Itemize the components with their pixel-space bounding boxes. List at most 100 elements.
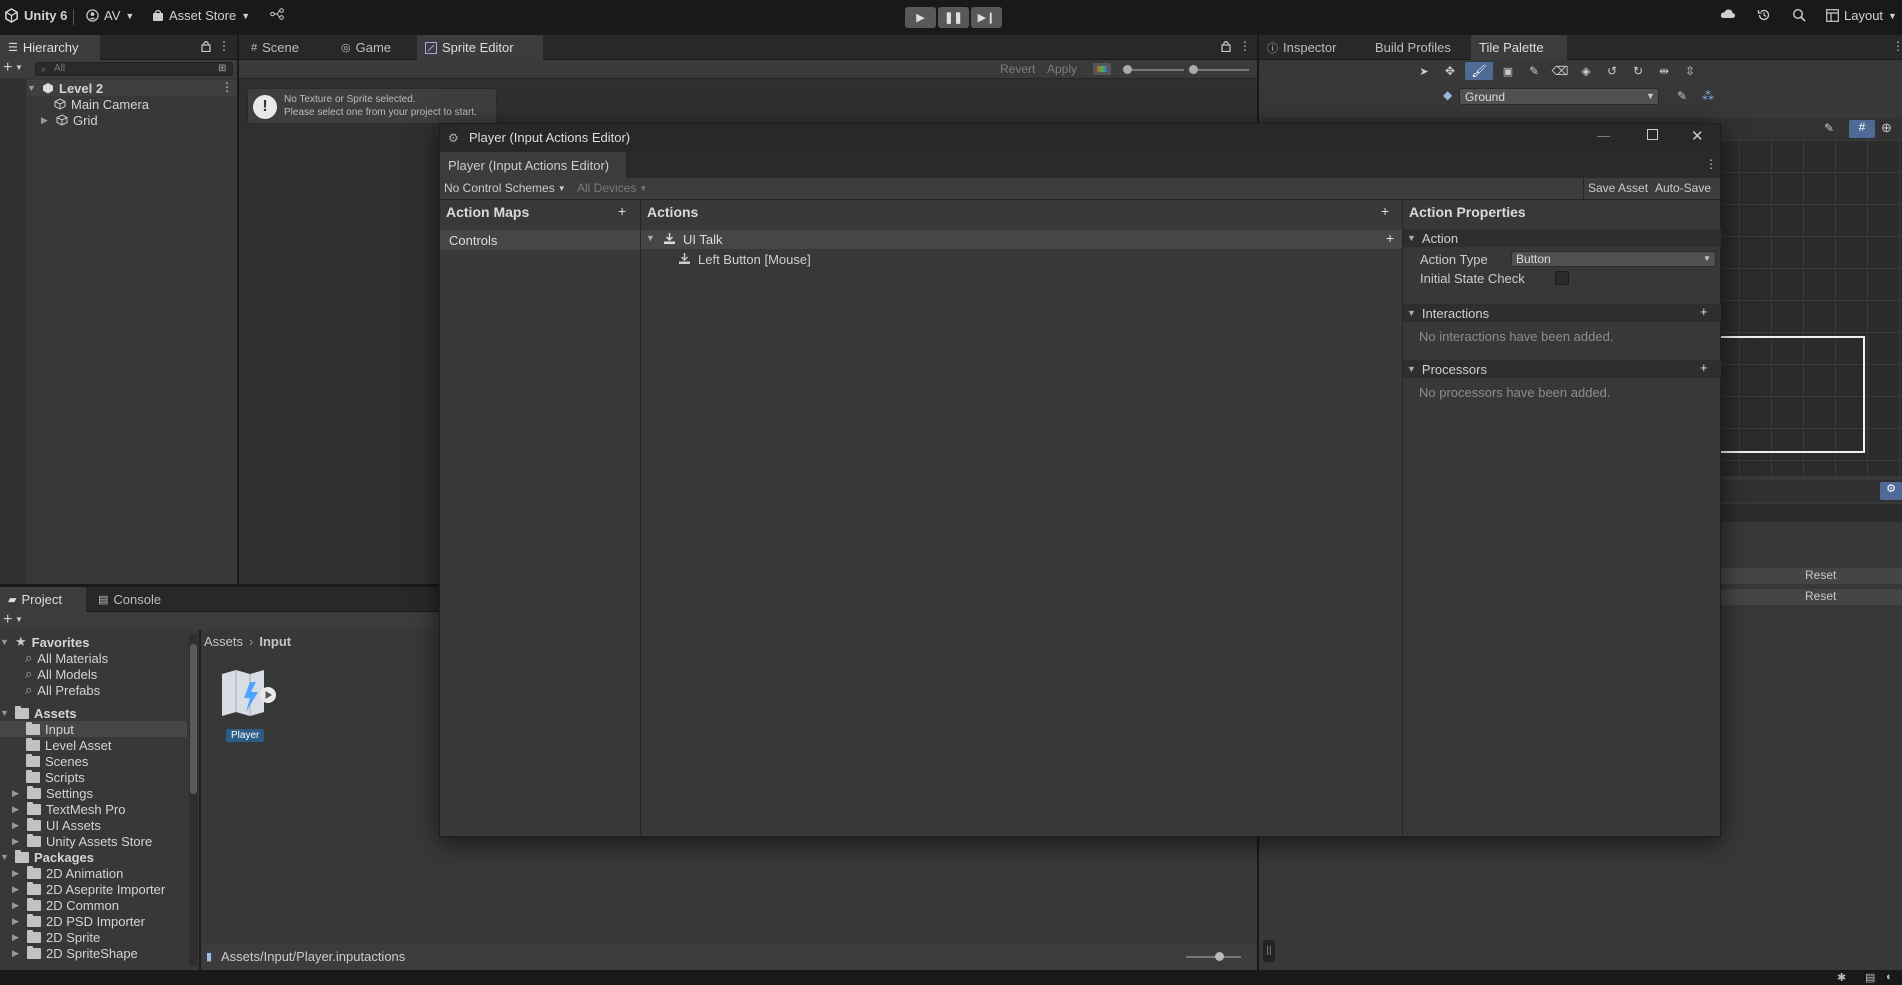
action-type-dropdown[interactable]: Button ▼ — [1511, 251, 1716, 267]
favorite-item[interactable]: ⌕ All Prefabs — [25, 682, 100, 698]
step-button[interactable]: ▶❙ — [971, 7, 1002, 28]
expand-arrow-icon[interactable]: ▶ — [12, 788, 22, 799]
icon-size-slider[interactable] — [1186, 952, 1241, 961]
debug-icon[interactable]: ✱ — [1837, 971, 1846, 984]
kebab-menu-icon[interactable]: ⋮ — [218, 39, 230, 53]
tab-scene[interactable]: # Scene — [243, 35, 307, 60]
expand-arrow-icon[interactable]: ▼ — [27, 83, 37, 93]
asset-store-dropdown[interactable]: Asset Store ▼ — [152, 8, 250, 23]
tab-console[interactable]: ▤ Console — [90, 587, 169, 612]
initial-state-checkbox[interactable] — [1555, 271, 1569, 285]
eraser-icon[interactable]: ⌫ — [1549, 62, 1571, 80]
favorites-header[interactable]: ▼ ★ Favorites — [0, 634, 89, 650]
folder-item-input[interactable]: Input — [0, 721, 187, 737]
folder-item[interactable]: ▶ TextMesh Pro — [12, 801, 125, 817]
tab-inspector[interactable]: ⓘ Inspector — [1259, 35, 1344, 60]
slider-handle[interactable] — [1215, 952, 1224, 961]
favorite-item[interactable]: ⌕ All Materials — [25, 650, 108, 666]
add-interaction-icon[interactable]: + — [1700, 304, 1708, 319]
tab-project[interactable]: ▰ Project — [0, 587, 86, 612]
package-item[interactable]: ▶ 2D Aseprite Importer — [12, 881, 165, 897]
expand-arrow-icon[interactable]: ▶ — [12, 820, 22, 831]
tree-scrollbar[interactable] — [189, 634, 198, 966]
paint-brush-icon[interactable]: 🖌︎ — [1465, 62, 1493, 80]
add-icon[interactable]: + — [3, 59, 12, 77]
revert-button[interactable]: Revert — [1000, 62, 1035, 76]
expand-arrow-icon[interactable]: ▶ — [12, 900, 22, 911]
select-tool-icon[interactable]: ➤ — [1413, 62, 1435, 80]
package-item[interactable]: ▶ 2D Common — [12, 897, 119, 913]
brush-settings-icon[interactable]: ⚙ — [1880, 482, 1902, 500]
package-item[interactable]: ▶ 2D Sprite — [12, 929, 100, 945]
add-action-map-icon[interactable]: + — [618, 203, 626, 219]
pause-button[interactable]: ❚❚ — [938, 7, 969, 28]
play-button[interactable]: ▶ — [905, 7, 936, 28]
minimize-icon[interactable]: — — [1597, 128, 1610, 143]
lock-icon[interactable] — [201, 40, 211, 52]
progress-icon[interactable]: ◐ — [1886, 971, 1893, 983]
binding-row-left-button[interactable]: Left Button [Mouse] — [641, 250, 1402, 269]
pencil-icon[interactable]: ✎ — [1824, 121, 1834, 135]
package-item[interactable]: ▶ 2D PSD Importer — [12, 913, 145, 929]
lock-icon[interactable] — [1221, 40, 1231, 52]
folder-item[interactable]: ▶ Settings — [12, 785, 93, 801]
folder-item[interactable]: Scripts — [26, 769, 85, 785]
scrollbar-thumb[interactable] — [190, 644, 197, 794]
kebab-menu-icon[interactable]: ⋮ — [1705, 157, 1717, 171]
auto-save-toggle[interactable]: Auto-Save — [1655, 181, 1711, 195]
zoom-slider[interactable] — [1123, 65, 1184, 74]
chevron-down-icon[interactable]: ▼ — [15, 63, 23, 72]
search-button[interactable] — [1792, 8, 1806, 22]
package-item[interactable]: ▶ 2D SpriteShape — [12, 945, 138, 961]
action-row-ui-talk[interactable]: ▼ UI Talk + — [641, 230, 1402, 249]
expand-arrow-icon[interactable]: ▶ — [12, 948, 22, 959]
expand-arrow-icon[interactable]: ▶ — [12, 804, 22, 815]
version-control-button[interactable] — [270, 8, 284, 20]
folder-item[interactable]: Scenes — [26, 753, 88, 769]
save-asset-button[interactable]: Save Asset — [1585, 181, 1651, 195]
asset-tile-player[interactable]: Player — [218, 668, 278, 752]
favorite-item[interactable]: ⌕ All Models — [25, 666, 97, 682]
expand-arrow-icon[interactable]: ▶ — [41, 115, 51, 126]
slider-handle[interactable] — [1123, 65, 1132, 74]
box-fill-icon[interactable]: ▣ — [1497, 62, 1519, 80]
kebab-menu-icon[interactable]: ⋮ — [1892, 39, 1902, 53]
expand-arrow-icon[interactable]: ▶ — [12, 836, 22, 847]
expand-arrow-icon[interactable]: ▶ — [12, 916, 22, 927]
palette-settings-icon[interactable]: ⁂ — [1702, 89, 1714, 103]
apply-button[interactable]: Apply — [1047, 62, 1077, 76]
tab-game[interactable]: ◎ Game — [333, 35, 399, 60]
expand-arrow-icon[interactable]: ▶ — [12, 884, 22, 895]
palette-dropdown[interactable]: Ground ▼ — [1459, 88, 1659, 105]
action-section-header[interactable]: ▼ Action — [1403, 229, 1721, 247]
packages-header[interactable]: ▼ Packages — [0, 849, 94, 865]
account-dropdown[interactable]: AV ▼ — [86, 8, 134, 23]
control-schemes-dropdown[interactable]: No Control Schemes ▼ — [444, 181, 566, 195]
window-titlebar[interactable]: ⚙ Player (Input Actions Editor) — ✕ — [440, 124, 1720, 152]
folder-item[interactable]: Level Asset — [26, 737, 112, 753]
unity-menu[interactable]: Unity 6 — [4, 8, 67, 23]
expand-arrow-icon[interactable]: ▼ — [646, 233, 655, 243]
processors-section-header[interactable]: ▼ Processors + — [1403, 360, 1721, 378]
tab-input-actions[interactable]: Player (Input Actions Editor) — [440, 152, 626, 178]
kebab-menu-icon[interactable]: ⋮ — [1239, 39, 1251, 53]
hierarchy-search-input[interactable]: ⌕ All ⊞ — [35, 62, 233, 76]
scene-row[interactable]: ▼ Level 2 ⋮ — [27, 80, 237, 96]
tab-tile-palette[interactable]: Tile Palette — [1471, 35, 1567, 60]
add-action-icon[interactable]: + — [1381, 203, 1389, 219]
maximize-icon[interactable] — [1647, 129, 1658, 140]
picker-icon[interactable]: ✎ — [1523, 62, 1545, 80]
tab-sprite-editor[interactable]: Sprite Editor — [417, 35, 543, 60]
gizmo-icon[interactable]: ⊕ — [1881, 120, 1892, 136]
bake-icon[interactable]: ▤ — [1865, 971, 1875, 984]
hierarchy-item-grid[interactable]: ▶ Grid — [41, 112, 98, 128]
mip-slider[interactable] — [1189, 65, 1249, 74]
search-options-icon[interactable]: ⊞ — [218, 63, 226, 74]
history-button[interactable] — [1757, 8, 1771, 22]
hierarchy-item-main-camera[interactable]: Main Camera — [54, 96, 149, 112]
interactions-section-header[interactable]: ▼ Interactions + — [1403, 304, 1721, 322]
fill-icon[interactable]: ◈ — [1575, 62, 1597, 80]
reset-button-1[interactable]: Reset — [1720, 568, 1902, 584]
drag-handle[interactable]: || — [1263, 940, 1275, 962]
expand-arrow-icon[interactable]: ▶ — [12, 932, 22, 943]
